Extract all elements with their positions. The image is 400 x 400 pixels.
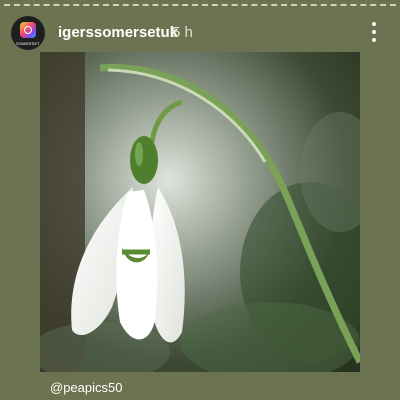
caption-mention[interactable]: @peapics50 (50, 380, 122, 395)
username[interactable]: igerssomersetuk (58, 24, 178, 41)
dashed-divider (4, 4, 396, 6)
avatar-label: SOMERSET (15, 41, 41, 46)
snowdrop-photo (40, 52, 360, 372)
instagram-logo-icon (20, 22, 36, 38)
post-header: SOMERSET igerssomersetuk 5 h (0, 12, 400, 52)
more-vertical-icon[interactable] (366, 20, 382, 44)
post-time: 5 h (172, 24, 193, 41)
post-image[interactable] (40, 52, 360, 372)
profile-avatar[interactable]: SOMERSET (11, 16, 45, 50)
